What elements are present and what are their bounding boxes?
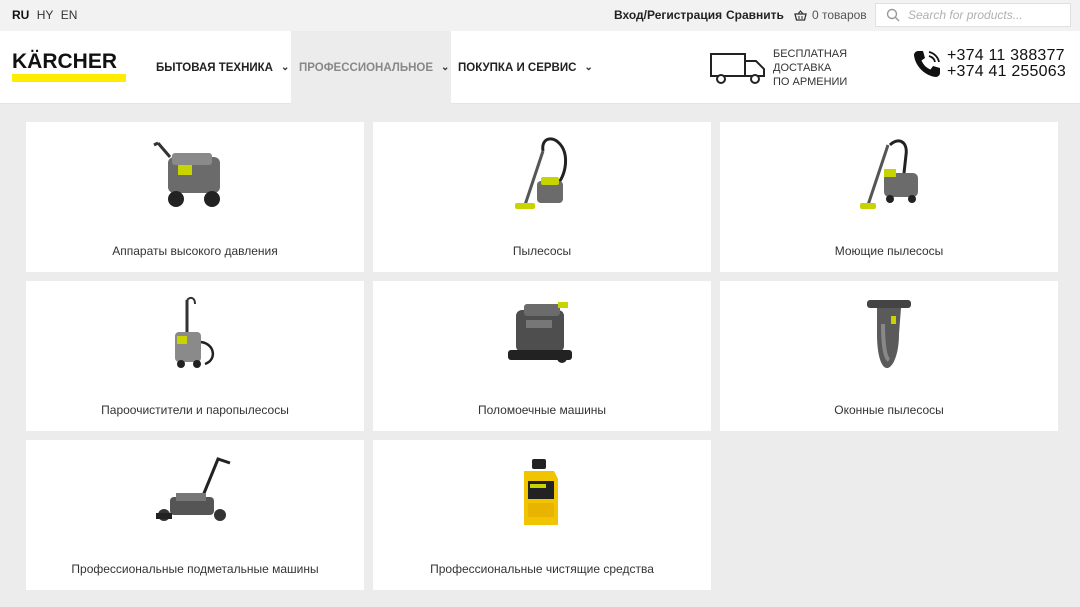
truck-icon: [710, 53, 765, 84]
karcher-logo[interactable]: KÄRCHER: [12, 51, 127, 85]
category-card-window-vacuums[interactable]: Оконные пылесосы: [720, 281, 1058, 431]
category-card-steam-cleaners[interactable]: Пароочистители и паропылесосы: [26, 281, 364, 431]
category-card-sweepers[interactable]: Профессиональные подметальные машины: [26, 440, 364, 590]
free-delivery-info: БЕСПЛАТНАЯ ДОСТАВКА ПО АРМЕНИИ: [709, 47, 903, 89]
category-card-pressure-washers[interactable]: Аппараты высокого давления: [26, 122, 364, 272]
steam-cleaner-icon: [175, 296, 214, 368]
search-box: [875, 3, 1071, 27]
category-label: Поломоечные машины: [477, 403, 607, 417]
login-link[interactable]: Вход/Регистрация: [614, 8, 722, 22]
category-label: Пылесосы: [512, 244, 572, 258]
nav-purchase-service[interactable]: ПОКУПКА И СЕРВИС ⌄: [458, 31, 593, 104]
chevron-down-icon: ⌄: [584, 62, 593, 73]
phone-contacts: +374 11 388377 +374 41 255063: [911, 48, 1066, 80]
basket-icon: [794, 9, 807, 21]
top-bar: RU HY EN Вход/Регистрация Сравнить 0 тов…: [0, 0, 1080, 31]
language-switcher: RU HY EN: [12, 8, 81, 22]
category-label: Моющие пылесосы: [834, 244, 944, 258]
search-icon[interactable]: [886, 8, 900, 22]
main-header: KÄRCHER БЫТОВАЯ ТЕХНИКА ⌄ ПРОФЕССИОНАЛЬН…: [0, 31, 1080, 104]
lang-en[interactable]: EN: [61, 8, 78, 22]
sweeper-icon: [156, 457, 231, 521]
phone-icon: [914, 51, 940, 77]
category-label: Профессиональные подметальные машины: [71, 562, 319, 576]
logo-yellow-bar: [12, 74, 126, 82]
chevron-down-icon: ⌄: [280, 62, 290, 73]
category-card-washing-vacuums[interactable]: Моющие пылесосы: [720, 122, 1058, 272]
lang-hy[interactable]: HY: [37, 8, 54, 22]
detergent-bottle-icon: [524, 459, 558, 525]
vacuum-cleaner-icon: [515, 137, 567, 209]
category-card-vacuum-cleaners[interactable]: Пылесосы: [373, 122, 711, 272]
lang-ru[interactable]: RU: [12, 8, 29, 22]
nav-household-label: БЫТОВАЯ ТЕХНИКА: [156, 61, 273, 74]
nav-purchase-service-label: ПОКУПКА И СЕРВИС: [458, 61, 577, 74]
window-vacuum-icon: [867, 300, 911, 368]
phone-number-1[interactable]: +374 11 388377: [947, 48, 1066, 64]
category-label: Пароочистители и паропылесосы: [101, 403, 289, 417]
washing-vacuum-icon: [860, 139, 918, 209]
chevron-down-icon: ⌄: [441, 62, 450, 73]
nav-professional-label: ПРОФЕССИОНАЛЬНОЕ: [299, 61, 434, 74]
nav-household[interactable]: БЫТОВАЯ ТЕХНИКА ⌄: [156, 31, 289, 104]
category-card-cleaning-agents[interactable]: Профессиональные чистящие средства: [373, 440, 711, 590]
category-card-scrubber-dryers[interactable]: Поломоечные машины: [373, 281, 711, 431]
scrubber-dryer-icon: [508, 302, 572, 363]
category-label: Оконные пылесосы: [834, 403, 944, 417]
category-label: Аппараты высокого давления: [112, 244, 278, 258]
compare-link[interactable]: Сравнить: [726, 8, 784, 22]
search-input[interactable]: [908, 8, 1068, 22]
category-label: Профессиональные чистящие средства: [430, 562, 654, 576]
cart-count: 0 товаров: [812, 8, 867, 22]
phone-number-2[interactable]: +374 41 255063: [947, 64, 1066, 80]
logo-text: KÄRCHER: [12, 50, 117, 73]
nav-professional[interactable]: ПРОФЕССИОНАЛЬНОЕ ⌄: [291, 31, 451, 104]
delivery-line-2: ПО АРМЕНИИ: [773, 76, 848, 88]
pressure-washer-icon: [153, 141, 220, 207]
cart-link[interactable]: 0 товаров: [794, 6, 867, 24]
delivery-line-1: БЕСПЛАТНАЯ ДОСТАВКА: [773, 48, 848, 74]
